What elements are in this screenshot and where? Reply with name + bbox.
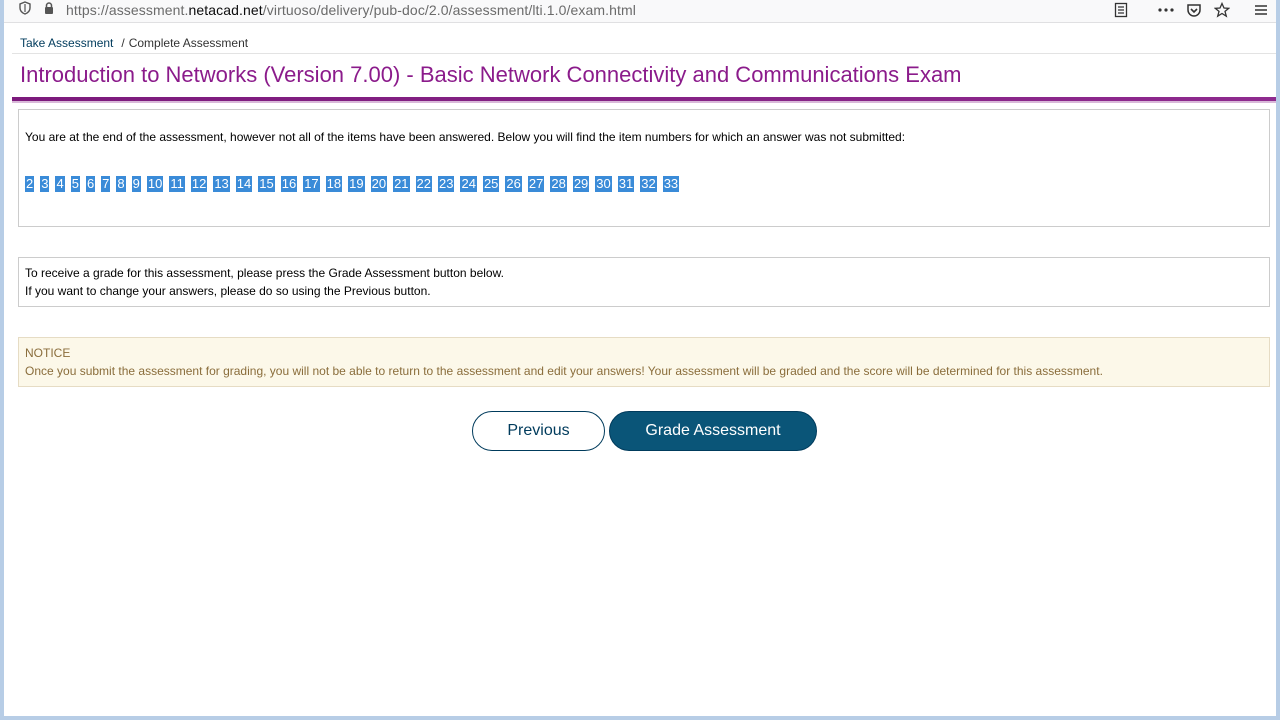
unanswered-item-link[interactable]: 10 [146,176,164,192]
unanswered-item-link[interactable]: 3 [40,176,50,192]
breadcrumb-separator: / [121,36,125,50]
menu-icon[interactable] [1254,4,1268,16]
unanswered-item-link[interactable]: 8 [116,176,126,192]
grade-info-panel: To receive a grade for this assessment, … [18,257,1270,307]
unanswered-item-link[interactable]: 22 [415,176,432,192]
pocket-icon[interactable] [1186,2,1202,18]
unanswered-item-link[interactable]: 33 [662,176,680,192]
unanswered-panel: You are at the end of the assessment, ho… [18,109,1270,227]
unanswered-item-link[interactable]: 7 [101,176,111,192]
breadcrumb-link-take-assessment[interactable]: Take Assessment [20,36,113,50]
lock-icon[interactable] [42,1,56,20]
grade-assessment-button[interactable]: Grade Assessment [609,411,817,451]
unanswered-item-link[interactable]: 2 [25,176,35,192]
unanswered-item-link[interactable]: 21 [393,176,410,192]
breadcrumb-current: Complete Assessment [128,36,249,50]
address-bar[interactable]: https://assessment.netacad.net/virtuoso/… [18,0,636,20]
notice-text: Once you submit the assessment for gradi… [25,364,1103,378]
unanswered-item-link[interactable]: 29 [572,176,590,192]
unanswered-item-link[interactable]: 27 [527,176,545,192]
breadcrumb: Take Assessment / Complete Assessment [20,36,248,50]
unanswered-item-link[interactable]: 11 [169,176,185,192]
unanswered-item-link[interactable]: 19 [348,176,365,192]
unanswered-item-link[interactable]: 12 [190,176,208,192]
unanswered-item-link[interactable]: 31 [617,176,635,192]
unanswered-item-link[interactable]: 15 [258,176,275,192]
unanswered-item-link[interactable]: 16 [280,176,298,192]
page-title: Introduction to Networks (Version 7.00) … [20,62,962,87]
unanswered-item-link[interactable]: 6 [85,176,96,192]
unanswered-item-link[interactable]: 17 [303,176,320,192]
unanswered-item-link[interactable]: 30 [595,176,612,192]
unanswered-item-link[interactable]: 14 [235,176,253,192]
reader-view-icon[interactable] [1114,2,1128,18]
unanswered-item-link[interactable]: 25 [482,176,500,192]
notice-heading: NOTICE [25,346,71,360]
divider [12,53,1276,54]
unanswered-item-link[interactable]: 4 [55,176,65,192]
more-icon[interactable] [1158,7,1174,13]
browser-window: https://assessment.netacad.net/virtuoso/… [0,0,1280,720]
unanswered-item-link[interactable]: 28 [550,176,567,192]
unanswered-item-link[interactable]: 18 [325,176,343,192]
url-text[interactable]: https://assessment.netacad.net/virtuoso/… [66,2,636,18]
unanswered-item-link[interactable]: 24 [460,176,477,192]
unanswered-item-link[interactable]: 5 [70,176,80,192]
browser-toolbar: https://assessment.netacad.net/virtuoso/… [4,0,1276,23]
unanswered-item-link[interactable]: 26 [505,176,522,192]
notice-panel: NOTICE Once you submit the assessment fo… [18,337,1270,387]
title-rule-shadow [12,101,1276,103]
grade-info-line-2: If you want to change your answers, plea… [25,284,431,298]
unanswered-item-link[interactable]: 32 [640,176,657,192]
unanswered-item-list: 2 3 4 5 6 7 8 9 10 11 12 13 14 15 16 17 18 19 20 21 22 23 24 25… [25,176,680,192]
previous-button[interactable]: Previous [472,411,605,451]
star-icon[interactable] [1214,2,1230,18]
grade-info-line-1: To receive a grade for this assessment, … [25,266,504,280]
unanswered-item-link[interactable]: 20 [370,176,388,192]
unanswered-message: You are at the end of the assessment, ho… [25,130,906,144]
unanswered-item-link[interactable]: 9 [131,176,141,192]
unanswered-item-link[interactable]: 13 [213,176,230,192]
shield-icon[interactable] [18,0,32,20]
unanswered-item-link[interactable]: 23 [438,176,455,192]
